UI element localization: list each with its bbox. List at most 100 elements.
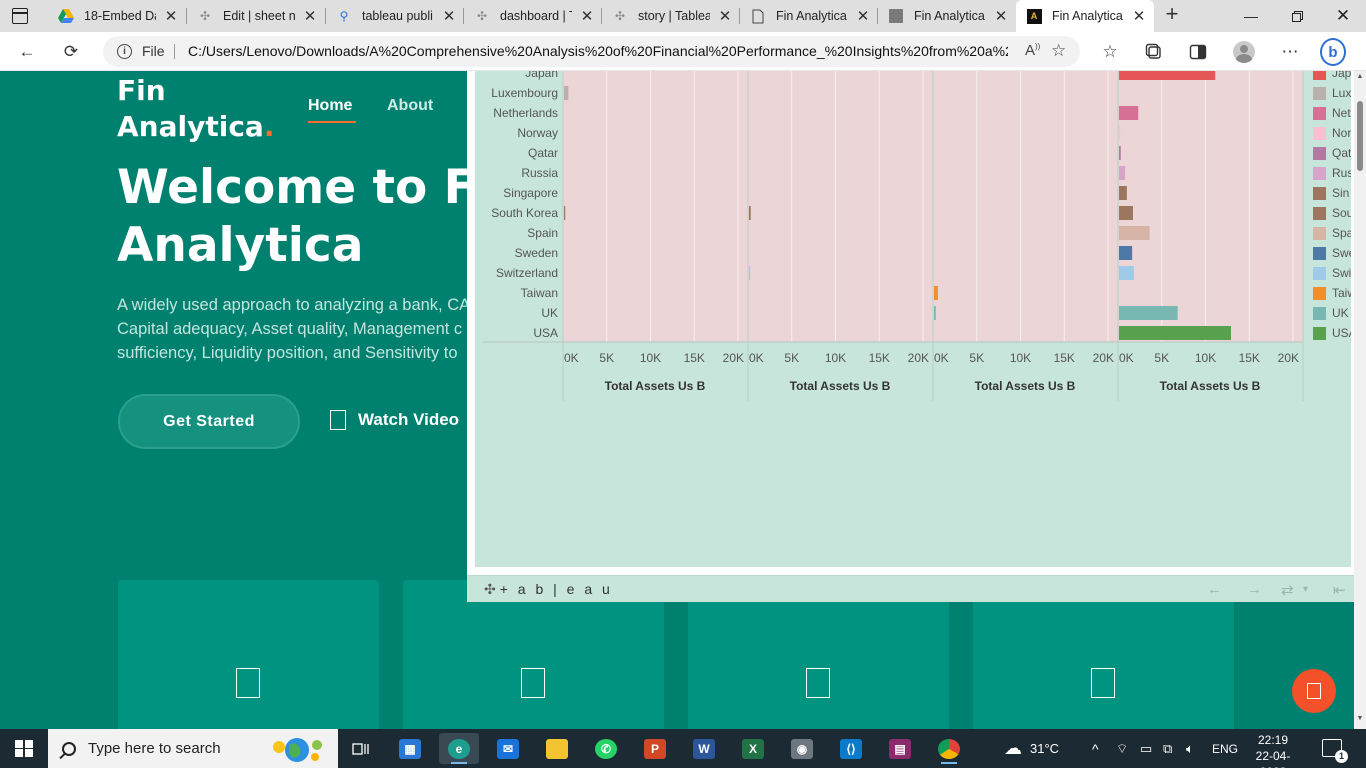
browser-tab[interactable]: ✣ story | Tablea ✕ <box>602 0 740 32</box>
scrollbar-thumb[interactable] <box>1357 101 1363 171</box>
scroll-down-icon[interactable]: ▼ <box>1354 713 1366 725</box>
watch-video-link[interactable]: Watch Video <box>330 410 459 430</box>
undo-icon[interactable]: ← <box>1207 581 1222 598</box>
category-label: Russia <box>521 166 558 180</box>
close-tab-icon[interactable]: ✕ <box>164 7 178 25</box>
nav-about-link[interactable]: About <box>387 97 433 115</box>
close-window-button[interactable]: ✕ <box>1320 0 1366 32</box>
search-icon: ⚲ <box>339 9 349 23</box>
url-text[interactable]: C:/Users/Lenovo/Downloads/A%20Comprehens… <box>188 43 1008 59</box>
floating-action-button[interactable] <box>1292 669 1336 713</box>
feature-card[interactable] <box>403 580 664 729</box>
bar <box>934 286 938 300</box>
notification-center-icon[interactable]: 1 <box>1322 739 1348 763</box>
tab-separator <box>601 8 602 24</box>
browser-tab[interactable]: ✣ dashboard | T ✕ <box>464 0 602 32</box>
volume-icon[interactable]: 🔈︎ <box>1186 729 1194 768</box>
bing-chat-icon[interactable]: b <box>1320 38 1346 66</box>
revert-menu-icon[interactable]: ▾ <box>1303 584 1308 595</box>
close-tab-icon[interactable]: ✕ <box>718 7 732 25</box>
revert-icon[interactable]: ⇄ <box>1281 581 1294 599</box>
close-tab-icon[interactable]: ✕ <box>856 7 870 25</box>
x-tick-label: 5K <box>969 351 984 365</box>
battery-icon[interactable]: ▭ <box>1140 729 1152 768</box>
close-tab-icon[interactable]: ✕ <box>994 7 1008 25</box>
close-tab-icon[interactable]: ✕ <box>442 7 456 25</box>
notification-count: 1 <box>1335 750 1348 763</box>
bar <box>1119 226 1150 240</box>
bar <box>564 86 569 100</box>
redo-icon[interactable]: → <box>1247 581 1262 598</box>
word-app[interactable]: W <box>684 733 724 764</box>
tab-label: story | Tablea <box>638 9 710 23</box>
vscode-app[interactable]: ⟨⟩ <box>831 733 871 764</box>
browser-tab[interactable]: ⚲ tableau publi ✕ <box>326 0 464 32</box>
weather-widget[interactable]: ☁ 31°C <box>1004 729 1059 768</box>
winrar-app[interactable]: ▤ <box>880 733 920 764</box>
language-indicator[interactable]: ENG <box>1212 729 1238 768</box>
close-tab-icon[interactable]: ✕ <box>1132 7 1146 25</box>
restore-button[interactable] <box>1274 0 1320 32</box>
bar <box>1119 266 1134 280</box>
profile-avatar[interactable] <box>1231 39 1257 65</box>
browser-tab[interactable]: A Fin Analytica ✕ <box>1016 0 1154 32</box>
address-bar[interactable]: i File C:/Users/Lenovo/Downloads/A%20Com… <box>103 36 1080 67</box>
network-icon[interactable]: ⌔ <box>1116 729 1128 768</box>
edge-app[interactable]: e <box>439 733 479 764</box>
store-app[interactable]: ▦ <box>390 733 430 764</box>
powerpoint-app[interactable]: P <box>635 733 675 764</box>
browser-tab[interactable]: Fin Analytica ✕ <box>878 0 1016 32</box>
browser-tab[interactable]: Fin Analytica ✕ <box>740 0 878 32</box>
collapse-icon[interactable]: ⇤ <box>1333 581 1346 599</box>
whatsapp-icon: ✆ <box>595 738 617 759</box>
bar <box>934 306 936 320</box>
task-view-button[interactable] <box>341 733 381 764</box>
collections-icon[interactable] <box>1141 39 1167 65</box>
back-button[interactable]: ← <box>14 39 40 65</box>
search-highlight-icon[interactable] <box>262 732 332 765</box>
browser-tab[interactable]: 18-Embed Da ✕ <box>48 0 186 32</box>
new-tab-button[interactable]: + <box>1160 3 1184 27</box>
favorites-icon[interactable]: ☆ <box>1097 39 1123 65</box>
tableau-logo[interactable]: ✣ + a b | e a u <box>484 581 613 598</box>
x-tick-label: 0K <box>934 351 949 365</box>
read-aloud-icon[interactable]: A)) <box>1025 42 1040 59</box>
refresh-button[interactable]: ⟳ <box>58 39 84 65</box>
camera-app[interactable]: ◉ <box>782 733 822 764</box>
feature-card[interactable] <box>688 580 949 729</box>
category-label: UK <box>541 306 558 320</box>
scroll-up-icon[interactable]: ▲ <box>1354 71 1366 83</box>
legend-swatch <box>1313 167 1326 180</box>
file-explorer-app[interactable] <box>537 733 577 764</box>
start-button[interactable] <box>0 729 48 768</box>
excel-app[interactable]: X <box>733 733 773 764</box>
chrome-app[interactable] <box>929 733 969 764</box>
system-clock[interactable]: 22:19 22-04-2023 <box>1244 732 1302 768</box>
add-favorite-icon[interactable]: ☆ <box>1051 41 1066 61</box>
split-screen-icon[interactable] <box>1185 39 1211 65</box>
feature-card[interactable] <box>973 580 1234 729</box>
browser-tab[interactable]: ✣ Edit | sheet nc ✕ <box>187 0 325 32</box>
info-icon[interactable]: i <box>117 44 132 59</box>
x-tick-label: 15K <box>1054 351 1075 365</box>
x-axis-title: Total Assets Us B <box>1160 379 1261 393</box>
show-hidden-icons[interactable]: ^ <box>1092 729 1099 768</box>
site-logo[interactable]: Fin Analytica. <box>117 73 274 145</box>
x-tick-label: 10K <box>1195 351 1216 365</box>
close-tab-icon[interactable]: ✕ <box>580 7 594 25</box>
feature-card[interactable] <box>118 580 379 729</box>
whatsapp-app[interactable]: ✆ <box>586 733 626 764</box>
nav-home-link[interactable]: Home <box>308 97 357 123</box>
taskbar-search[interactable]: Type here to search <box>48 729 338 768</box>
get-started-button[interactable]: Get Started <box>118 394 300 449</box>
more-menu-icon[interactable]: ⋯ <box>1277 39 1303 65</box>
tableau-brand: + a b | e a u <box>499 581 613 597</box>
close-tab-icon[interactable]: ✕ <box>303 7 317 25</box>
minimize-button[interactable]: — <box>1228 0 1274 32</box>
mail-icon: ✉ <box>497 738 519 759</box>
tableau-embed[interactable]: Japan Luxembourg Netherlands Norway Qatar Rus… <box>467 71 1354 602</box>
tab-actions-icon[interactable] <box>12 8 28 24</box>
page-scrollbar[interactable]: ▲ ▼ <box>1354 71 1366 729</box>
mail-app[interactable]: ✉ <box>488 733 528 764</box>
wifi-status-icon[interactable]: ⧉ <box>1163 729 1172 768</box>
